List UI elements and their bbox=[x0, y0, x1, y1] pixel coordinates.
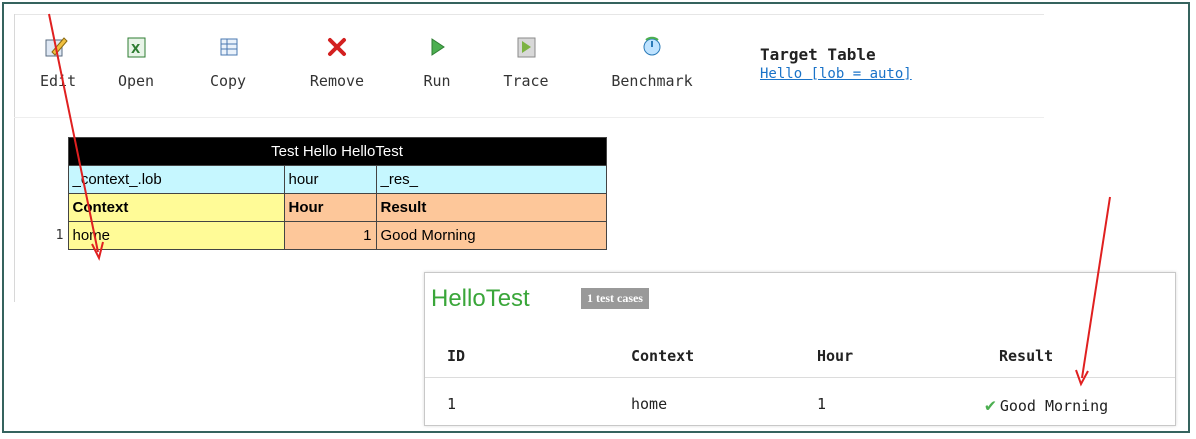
top-divider bbox=[14, 14, 1044, 15]
trace-label: Trace bbox=[503, 72, 549, 90]
results-cell-result: ✔ Good Morning bbox=[985, 395, 1108, 416]
test-count-badge: 1 test cases bbox=[581, 288, 649, 309]
results-cell-id: 1 bbox=[447, 395, 457, 413]
open-label: Open bbox=[117, 72, 155, 90]
results-divider bbox=[425, 377, 1175, 378]
run-play-icon bbox=[431, 38, 445, 56]
row-number-blank bbox=[40, 165, 68, 194]
checkmark-icon: ✔ bbox=[985, 395, 996, 416]
row-number-blank bbox=[40, 193, 68, 222]
tech-header-hour[interactable]: hour bbox=[283, 165, 377, 194]
benchmark-icon bbox=[643, 36, 661, 56]
results-header-result: Result bbox=[999, 347, 1054, 365]
open-button[interactable]: X Open bbox=[116, 32, 156, 90]
row-number: 1 bbox=[40, 221, 68, 250]
cell-context[interactable]: home bbox=[67, 221, 285, 250]
edit-icon bbox=[45, 37, 68, 57]
results-header-hour: Hour bbox=[817, 347, 854, 365]
row-number-blank bbox=[40, 137, 68, 166]
test-table: Test Hello HelloTest _context_.lob hour … bbox=[40, 137, 607, 250]
trace-icon bbox=[517, 37, 536, 58]
header-context[interactable]: Context bbox=[67, 193, 285, 222]
results-result-text: Good Morning bbox=[999, 397, 1109, 415]
tech-header-result[interactable]: _res_ bbox=[375, 165, 607, 194]
run-button[interactable]: Run bbox=[418, 32, 456, 90]
tech-header-context[interactable]: _context_.lob bbox=[67, 165, 285, 194]
cell-hour[interactable]: 1 bbox=[283, 221, 377, 250]
excel-open-icon: X bbox=[127, 37, 146, 58]
results-header-context: Context bbox=[631, 347, 695, 365]
target-table: Target Table Hello [lob = auto] bbox=[760, 45, 912, 82]
copy-button[interactable]: Copy bbox=[206, 32, 250, 90]
copy-label: Copy bbox=[209, 72, 247, 90]
remove-x-icon bbox=[328, 38, 346, 56]
benchmark-button[interactable]: Benchmark bbox=[596, 32, 708, 90]
remove-button[interactable]: Remove bbox=[298, 32, 376, 90]
results-cell-context: home bbox=[631, 395, 668, 413]
results-cell-hour: 1 bbox=[817, 395, 827, 413]
results-test-name: HelloTest bbox=[431, 285, 530, 312]
results-header-id: ID bbox=[447, 347, 466, 365]
benchmark-label: Benchmark bbox=[611, 72, 693, 90]
left-gutter bbox=[14, 14, 15, 302]
target-table-link[interactable]: Hello [lob = auto] bbox=[760, 66, 912, 82]
toolbar-divider bbox=[14, 117, 1044, 118]
edit-label: Edit bbox=[40, 72, 77, 90]
svg-text:X: X bbox=[131, 42, 141, 56]
test-table-title[interactable]: Test Hello HelloTest bbox=[67, 137, 607, 166]
copy-table-icon bbox=[220, 38, 238, 56]
edit-button[interactable]: Edit bbox=[40, 32, 77, 90]
test-results-panel: HelloTest 1 test cases ID Context Hour R… bbox=[424, 272, 1176, 426]
header-result[interactable]: Result bbox=[375, 193, 607, 222]
trace-button[interactable]: Trace bbox=[498, 32, 554, 90]
target-table-title: Target Table bbox=[760, 45, 876, 64]
header-hour[interactable]: Hour bbox=[283, 193, 377, 222]
cell-result[interactable]: Good Morning bbox=[375, 221, 607, 250]
remove-label: Remove bbox=[309, 72, 365, 90]
run-label: Run bbox=[423, 72, 451, 90]
